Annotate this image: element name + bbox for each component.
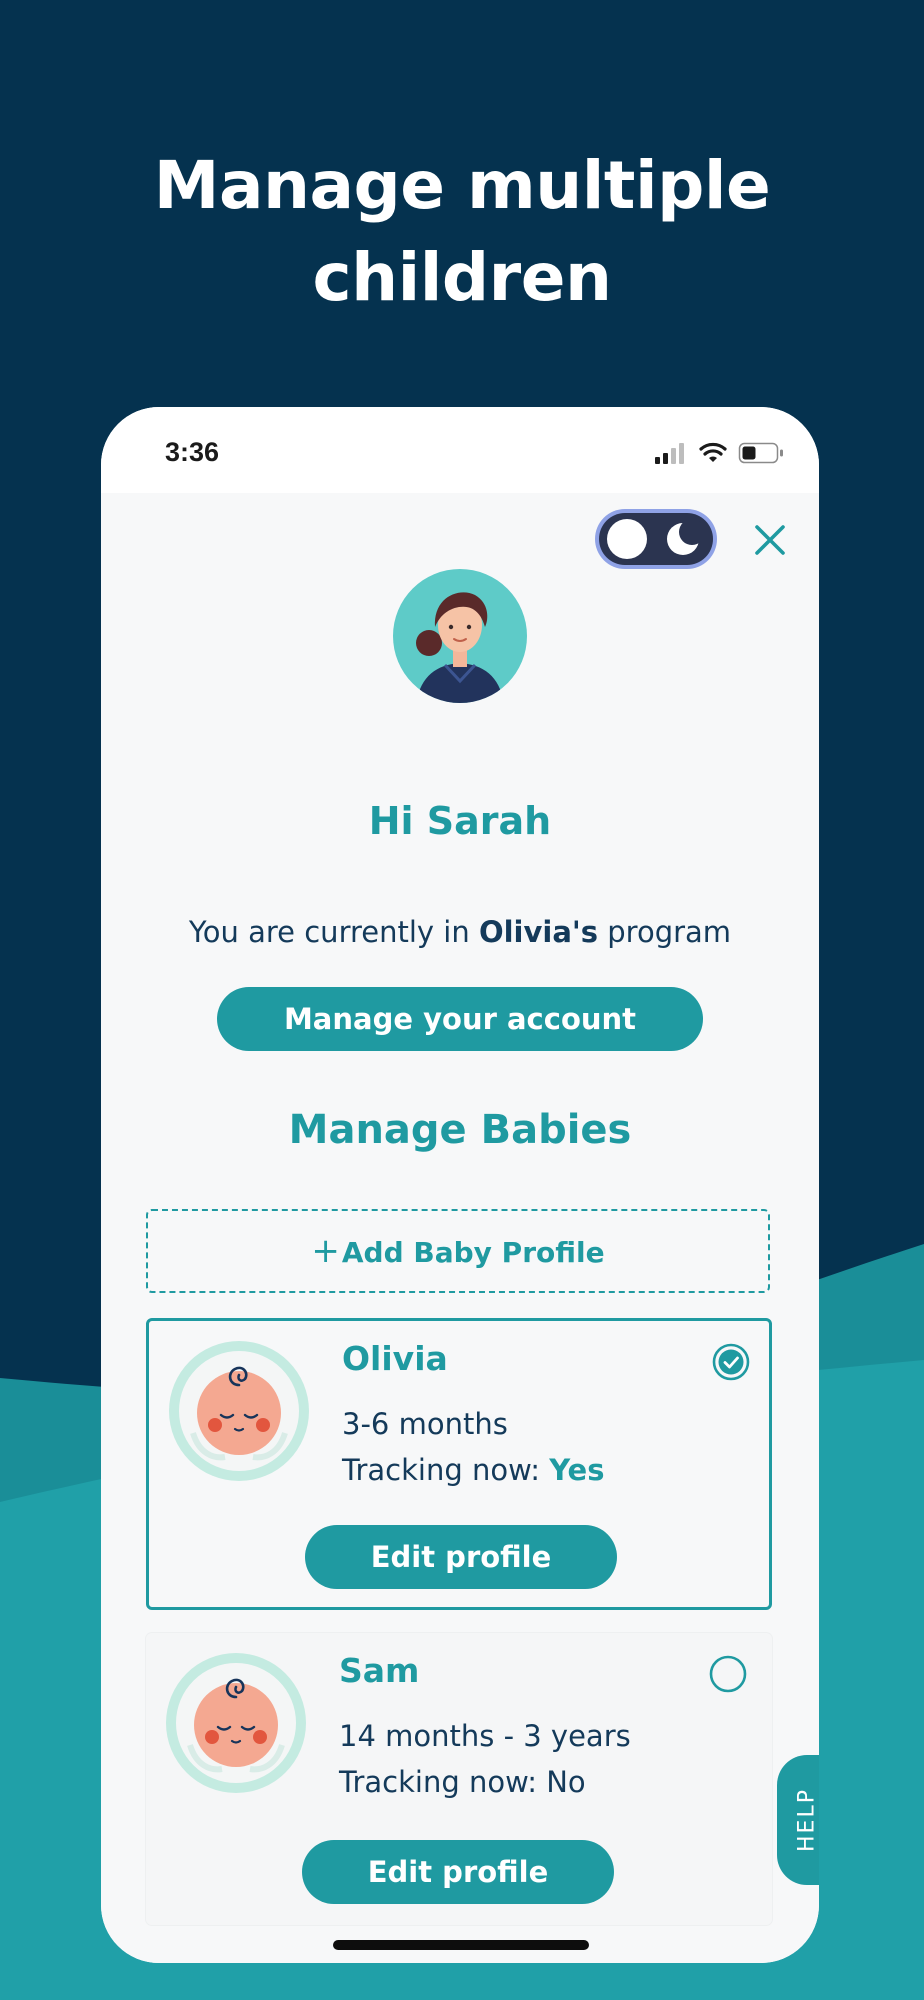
current-program-text: You are currently in Olivia's program [101, 915, 819, 949]
unselected-radio-icon[interactable] [709, 1655, 747, 1693]
theme-toggle[interactable] [599, 513, 713, 565]
battery-icon [738, 442, 783, 464]
help-label: HELP [794, 1788, 820, 1852]
baby-name: Sam [339, 1651, 420, 1690]
status-bar: 3:36 [101, 407, 819, 493]
status-time: 3:36 [165, 437, 220, 467]
headline-line-1: Manage multiple [153, 147, 771, 224]
tracking-status: Tracking now: Yes [342, 1453, 604, 1487]
wifi-icon [699, 442, 727, 462]
edit-profile-button[interactable]: Edit profile [302, 1840, 614, 1904]
tracking-label: Tracking now: [342, 1453, 550, 1487]
add-baby-profile-button[interactable]: +Add Baby Profile [146, 1209, 770, 1293]
program-child-name: Olivia's [478, 915, 599, 949]
program-suffix: program [598, 915, 732, 949]
baby-card-olivia[interactable]: Olivia 3-6 months Tracking now: Yes Edit… [146, 1318, 772, 1610]
tracking-label: Tracking now: [339, 1765, 547, 1799]
help-tab[interactable]: HELP [777, 1755, 819, 1885]
manage-babies-title: Manage Babies [288, 1107, 632, 1153]
add-baby-label: Add Baby Profile [341, 1236, 605, 1269]
baby-name: Olivia [342, 1339, 448, 1378]
headline-line-2: children [312, 239, 612, 316]
close-icon[interactable] [753, 523, 787, 557]
status-icons [655, 442, 783, 464]
greeting: Hi Sarah [368, 799, 552, 843]
baby-age-range: 3-6 months [342, 1407, 508, 1441]
signal-icon [655, 443, 684, 464]
tracking-status: Tracking now: No [339, 1765, 586, 1799]
avatar [393, 569, 527, 703]
edit-profile-button[interactable]: Edit profile [305, 1525, 617, 1589]
tracking-value: Yes [549, 1453, 605, 1487]
selected-check-icon[interactable] [712, 1343, 750, 1381]
baby-avatar-icon [166, 1653, 306, 1793]
sun-icon [607, 519, 647, 559]
plus-icon: + [311, 1231, 340, 1271]
home-indicator[interactable] [333, 1940, 589, 1950]
moon-icon [667, 521, 701, 555]
headline: Manage multiple children [0, 140, 924, 324]
program-prefix: You are currently in [188, 915, 479, 949]
baby-age-range: 14 months - 3 years [339, 1719, 631, 1753]
baby-card-sam[interactable]: Sam 14 months - 3 years Tracking now: No… [146, 1633, 772, 1925]
account-screen: Hi Sarah You are currently in Olivia's p… [101, 493, 819, 1963]
phone-frame: 3:36 Hi Sarah You are currently in Olivi… [101, 407, 819, 1963]
tracking-value: No [546, 1765, 586, 1799]
manage-account-button[interactable]: Manage your account [217, 987, 703, 1051]
baby-avatar-icon [169, 1341, 309, 1481]
